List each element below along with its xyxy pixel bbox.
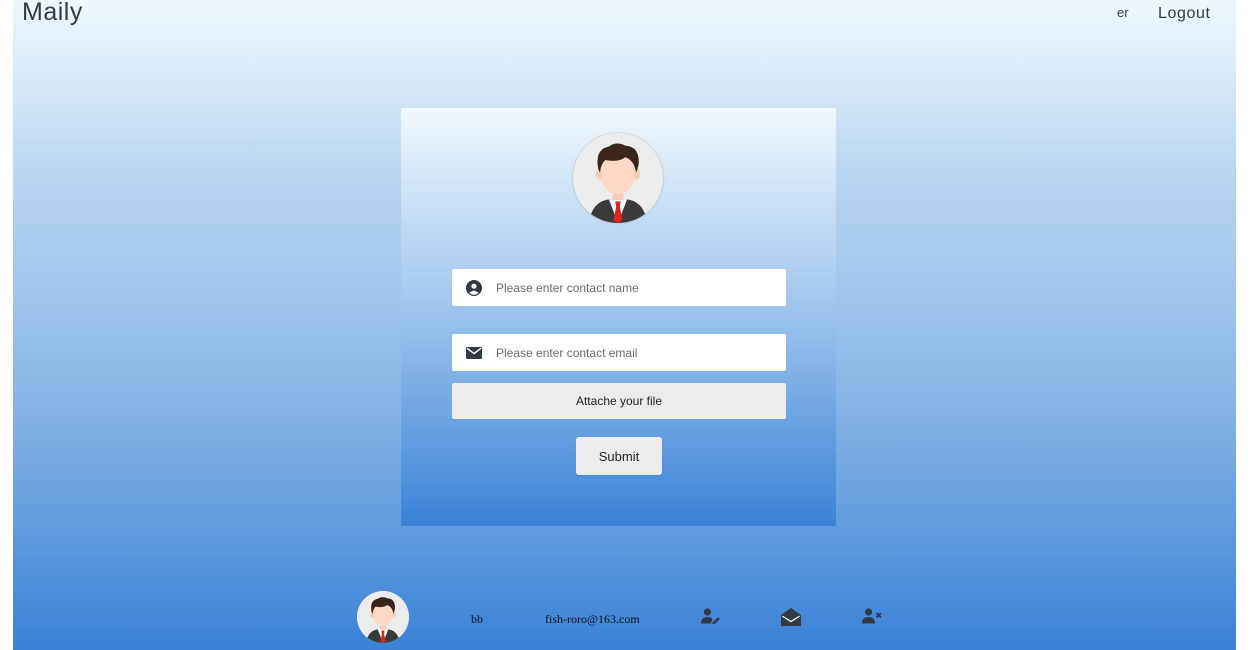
user-edit-icon[interactable] (701, 608, 721, 629)
brand-logo[interactable]: Maily (22, 0, 83, 27)
avatar-illustration (357, 591, 409, 643)
contact-name: bb (471, 612, 483, 626)
contact-email: fish-roro@163.com (545, 612, 640, 626)
logout-link[interactable]: Logout (1158, 5, 1211, 23)
submit-button[interactable]: Submit (576, 437, 662, 475)
page-background: Maily er Logout Please enter contact nam… (13, 0, 1236, 650)
contact-name-input[interactable] (496, 280, 786, 295)
contact-email-field[interactable] (452, 334, 786, 371)
avatar-illustration (573, 133, 663, 223)
contact-avatar (357, 591, 409, 643)
envelope-open-icon[interactable] (781, 608, 801, 631)
user-remove-icon[interactable] (862, 608, 882, 629)
attach-file-button[interactable]: Attache your file (452, 383, 786, 419)
add-contact-card: Attache your file Submit (401, 108, 836, 526)
user-circle-icon (452, 279, 496, 296)
username-label: er (1117, 5, 1129, 20)
contact-email-input[interactable] (496, 345, 786, 360)
contact-name-field[interactable] (452, 269, 786, 306)
contact-row: bb fish-roro@163.com (13, 590, 1236, 646)
envelope-icon (452, 346, 496, 359)
avatar (573, 133, 663, 223)
